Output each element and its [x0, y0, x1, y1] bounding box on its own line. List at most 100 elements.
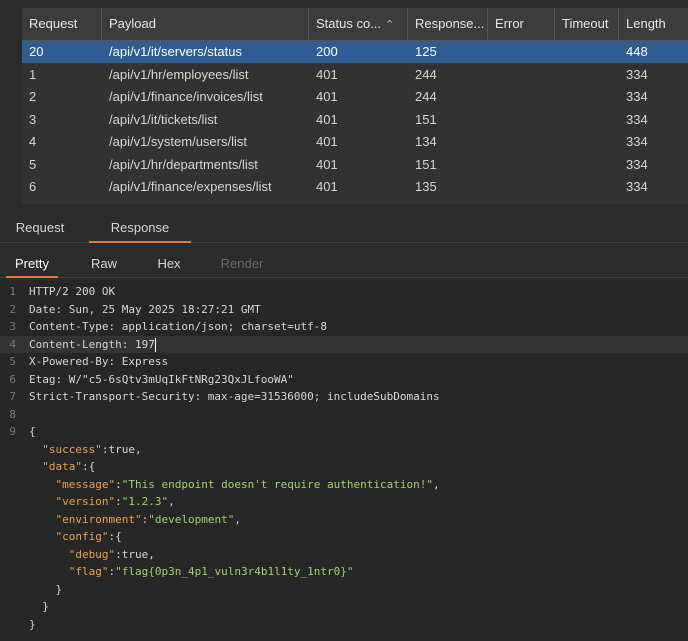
line-number: 1: [9, 285, 16, 298]
cell-response: 151: [415, 156, 437, 172]
cell-length: 334: [626, 89, 648, 104]
table-row[interactable]: 3/api/v1/it/tickets/list 401 151 334: [22, 109, 688, 131]
column-header-request[interactable]: Request: [22, 8, 102, 40]
code-token: Date: Sun, 25 May 2025 18:27:21 GMT: [29, 302, 261, 316]
code-token: HTTP/2 200 OK: [29, 285, 116, 298]
column-header-length[interactable]: Length: [619, 8, 688, 40]
line-number: 9: [9, 425, 16, 438]
code-line: }: [0, 598, 688, 616]
code-line: }: [0, 616, 688, 634]
cell-length: 334: [626, 66, 648, 82]
cell-status: 401: [316, 111, 338, 127]
tab-response[interactable]: Response: [89, 214, 191, 243]
cell-error: [488, 131, 555, 153]
line-number: 2: [9, 302, 16, 316]
column-header-error[interactable]: Error: [488, 8, 555, 40]
cell-request: 4: [29, 134, 37, 149]
code-token: ,: [433, 477, 440, 491]
code-line: "config":{: [0, 528, 688, 546]
code-token: "flag{0p3n_4p1_vuln3r4b1l1ty_1ntr0}": [115, 565, 354, 578]
code-token: X-Powered-By: Express: [29, 355, 169, 368]
code-text: Etag: W/"c5-6sQtv3mUqIkFtNRg23QxJLfooWA": [29, 371, 294, 389]
code-token: :: [115, 495, 122, 508]
results-table: Request Payload Status co... ⌃ Response..…: [22, 8, 688, 204]
cell-length: 334: [626, 134, 648, 149]
code-text: Content-Type: application/json; charset=…: [29, 318, 327, 336]
response-editor[interactable]: 1 HTTP/2 200 OK 2 Date: Sun, 25 May 2025 18…: [0, 280, 688, 641]
cell-request: 5: [29, 156, 37, 172]
code-line: 3 Content-Type: application/json; charset…: [0, 318, 688, 336]
cell-response: 134: [415, 134, 437, 149]
code-text: "config":{: [29, 528, 122, 546]
code-token: "config": [55, 530, 109, 543]
code-token: "success": [42, 442, 102, 456]
code-token: "debug": [68, 547, 116, 561]
cell-payload: /api/v1/it/tickets/list: [109, 111, 218, 127]
code-line: 1 HTTP/2 200 OK: [0, 283, 688, 301]
column-header-payload[interactable]: Payload: [102, 8, 309, 40]
code-token: "1.2.3": [121, 495, 169, 508]
cell-payload: /api/v1/finance/invoices/list: [109, 89, 263, 104]
message-tabs: Request Response: [0, 214, 688, 243]
table-row[interactable]: 5/api/v1/hr/departments/list 401 151 334: [22, 154, 688, 176]
cell-payload: /api/v1/it/servers/status: [109, 44, 242, 59]
code-text: "version":"1.2.3",: [29, 493, 175, 511]
column-header-timeout[interactable]: Timeout: [555, 8, 619, 40]
cell-timeout: [555, 109, 619, 131]
cell-timeout: [555, 86, 619, 108]
line-number: 4: [9, 337, 16, 351]
code-text: }: [29, 616, 36, 634]
cell-response: 244: [415, 66, 437, 82]
code-line: 6 Etag: W/"c5-6sQtv3mUqIkFtNRg23QxJLfooWA…: [0, 371, 688, 389]
table-row[interactable]: 1/api/v1/hr/employees/list 401 244 334: [22, 64, 688, 86]
tab-raw[interactable]: Raw: [84, 251, 124, 277]
left-gutter: [0, 0, 22, 210]
cell-error: [488, 109, 555, 131]
column-header-status-code[interactable]: Status co... ⌃: [309, 8, 408, 40]
cell-response: 125: [415, 44, 437, 59]
line-number: 5: [9, 355, 16, 368]
tab-hex[interactable]: Hex: [150, 251, 188, 277]
cell-request: 2: [29, 89, 37, 104]
horizontal-scrollbar[interactable]: [22, 204, 688, 210]
cell-status: 401: [316, 179, 338, 194]
column-header-response[interactable]: Response...: [408, 8, 488, 40]
code-text: "flag":"flag{0p3n_4p1_vuln3r4b1l1ty_1ntr…: [29, 563, 354, 581]
code-token: :{: [108, 530, 122, 543]
cell-error: [488, 154, 555, 176]
cell-response: 151: [415, 111, 437, 127]
line-number: 3: [9, 320, 16, 333]
table-row[interactable]: 2/api/v1/finance/invoices/list 401 244 334: [22, 86, 688, 108]
code-token: ,: [168, 495, 175, 508]
cell-request: 3: [29, 111, 37, 127]
cell-timeout: [555, 64, 619, 86]
table-row[interactable]: 4/api/v1/system/users/list 401 134 334: [22, 131, 688, 153]
cell-status: 401: [316, 89, 338, 104]
code-token: "data": [42, 460, 82, 473]
code-token: "version": [55, 495, 116, 508]
tab-render: Render: [220, 256, 264, 271]
cell-response: 244: [415, 89, 437, 104]
code-line: 2 Date: Sun, 25 May 2025 18:27:21 GMT: [0, 301, 688, 319]
code-token: }: [29, 600, 49, 613]
tab-request[interactable]: Request: [6, 214, 74, 242]
text-caret: [154, 337, 156, 352]
code-text: "environment":"development",: [29, 511, 241, 529]
code-line: "flag":"flag{0p3n_4p1_vuln3r4b1l1ty_1ntr…: [0, 563, 688, 581]
line-number: 6: [9, 372, 16, 386]
code-line: 9{: [0, 423, 688, 441]
table-row[interactable]: 6/api/v1/finance/expenses/list 401 135 334: [22, 176, 688, 198]
code-line: 5 X-Powered-By: Express: [0, 353, 688, 371]
view-tabs: Pretty Raw Hex Render: [0, 251, 688, 278]
code-token: Content-Type: application/json; charset=…: [29, 320, 328, 333]
code-token: }: [29, 582, 63, 596]
cell-status: 401: [316, 134, 338, 149]
cell-timeout: [555, 154, 619, 176]
cell-error: [488, 176, 555, 198]
cell-payload: /api/v1/finance/expenses/list: [109, 179, 272, 194]
tab-pretty[interactable]: Pretty: [6, 251, 58, 278]
table-row[interactable]: 20/api/v1/it/servers/status 200 125 448: [22, 41, 688, 63]
cell-status: 401: [316, 156, 338, 172]
